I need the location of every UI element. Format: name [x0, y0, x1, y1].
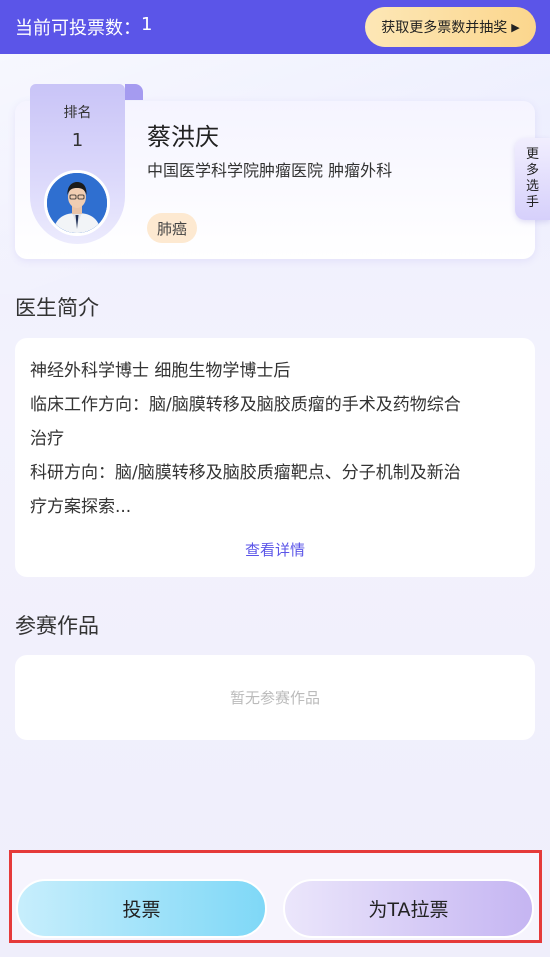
side-tab-char: 选 [525, 179, 539, 194]
votes-label: 当前可投票数： [15, 18, 141, 39]
more-candidates-tab[interactable]: 更 多 选 手 [515, 138, 550, 220]
doctor-card: 排名 1 蔡洪庆 中国医学科学院肿瘤医院 肿瘤外科 肺癌 [15, 84, 535, 259]
works-section-title: 参赛作品 [15, 614, 99, 638]
intro-section-title: 医生简介 [15, 296, 99, 320]
doctor-portrait-icon [47, 173, 107, 233]
side-tab-char: 多 [525, 163, 539, 178]
intro-line: 科研方向：脑/脑膜转移及脑胶质瘤靶点、分子机制及新治 [30, 463, 461, 483]
intro-line: 治疗 [30, 429, 64, 449]
vote-button-label: 投票 [122, 899, 161, 921]
doctor-name: 蔡洪庆 [147, 123, 219, 151]
side-tab-char: 手 [525, 195, 539, 210]
rank-number: 1 [71, 130, 84, 151]
canvass-button[interactable]: 为TA拉票 [283, 879, 534, 938]
rank-label: 排名 [63, 105, 92, 121]
rank-ribbon: 排名 1 [30, 84, 143, 244]
doctor-avatar [44, 170, 110, 236]
works-empty-text: 暂无参赛作品 [229, 689, 320, 707]
top-bar: 当前可投票数： 1 获取更多票数并抽奖 ▶ [0, 0, 550, 54]
view-details-link[interactable]: 查看详情 [15, 539, 535, 560]
intro-box: 神经外科学博士 细胞生物学博士后 临床工作方向：脑/脑膜转移及脑胶质瘤的手术及药… [15, 338, 535, 577]
play-arrow-icon: ▶ [511, 21, 520, 34]
canvass-button-label: 为TA拉票 [368, 899, 449, 921]
get-more-votes-label: 获取更多票数并抽奖 [381, 19, 508, 35]
doctor-hospital: 中国医学科学院肿瘤医院 肿瘤外科 [147, 161, 393, 180]
side-tab-char: 更 [525, 147, 539, 162]
votes-count: 1 [141, 14, 153, 35]
votes-remaining: 当前可投票数： 1 [15, 14, 152, 40]
disease-tag: 肺癌 [147, 213, 198, 243]
intro-line: 疗方案探索... [30, 497, 132, 517]
ribbon-fold [125, 84, 143, 100]
intro-line: 神经外科学博士 细胞生物学博士后 [30, 361, 291, 381]
intro-line: 临床工作方向：脑/脑膜转移及脑胶质瘤的手术及药物综合 [30, 395, 461, 415]
vote-button[interactable]: 投票 [16, 879, 267, 938]
works-empty-box: 暂无参赛作品 [15, 655, 535, 740]
get-more-votes-button[interactable]: 获取更多票数并抽奖 ▶ [365, 7, 536, 47]
